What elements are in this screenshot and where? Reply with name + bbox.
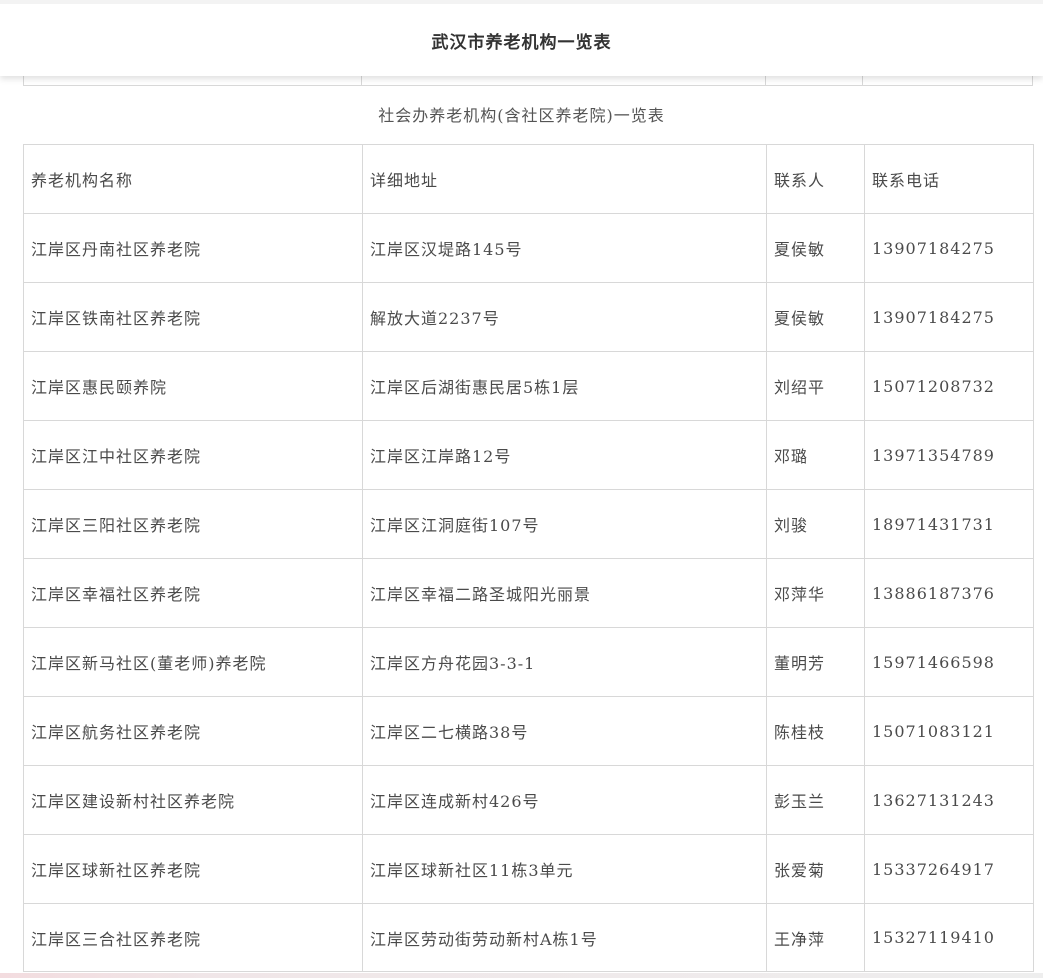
table-row: 江岸区球新社区养老院 江岸区球新社区11栋3单元 张爱菊 15337264917	[23, 834, 1034, 904]
cell-institution-name: 江岸区三阳社区养老院	[23, 489, 363, 559]
cell-institution-name: 江岸区三合社区养老院	[23, 903, 363, 972]
cell-phone: 13971354789	[864, 420, 1034, 490]
page-bottom-border	[0, 973, 1043, 978]
cell-institution-name: 江岸区惠民颐养院	[23, 351, 363, 421]
column-header-phone: 联系电话	[864, 144, 1034, 214]
cell-phone: 15971466598	[864, 627, 1034, 697]
previous-table-row-edge	[23, 76, 1033, 86]
table-row: 江岸区新马社区(董老师)养老院 江岸区方舟花园3-3-1 董明芳 1597146659…	[23, 627, 1034, 697]
cell-institution-name: 江岸区丹南社区养老院	[23, 213, 363, 283]
cell-institution-name: 江岸区球新社区养老院	[23, 834, 363, 904]
column-header-name: 养老机构名称	[23, 144, 363, 214]
cell-address: 解放大道2237号	[362, 282, 767, 352]
table-row: 江岸区建设新村社区养老院 江岸区连成新村426号 彭玉兰 13627131243	[23, 765, 1034, 835]
table-row: 江岸区航务社区养老院 江岸区二七横路38号 陈桂枝 15071083121	[23, 696, 1034, 766]
table-row: 江岸区三阳社区养老院 江岸区江洞庭街107号 刘骏 18971431731	[23, 489, 1034, 559]
cell-institution-name: 江岸区航务社区养老院	[23, 696, 363, 766]
cell-contact-person: 夏侯敏	[766, 282, 865, 352]
page-header: 武汉市养老机构一览表	[0, 0, 1043, 76]
cell-address: 江岸区球新社区11栋3单元	[362, 834, 767, 904]
table-row: 江岸区三合社区养老院 江岸区劳动街劳动新村A栋1号 王净萍 15327119410	[23, 903, 1034, 972]
cell-address: 江岸区劳动街劳动新村A栋1号	[362, 903, 767, 972]
cell-address: 江岸区幸福二路圣城阳光丽景	[362, 558, 767, 628]
column-header-address: 详细地址	[362, 144, 767, 214]
cell-contact-person: 刘骏	[766, 489, 865, 559]
cell-contact-person: 邓璐	[766, 420, 865, 490]
cell-institution-name: 江岸区铁南社区养老院	[23, 282, 363, 352]
institution-table: 养老机构名称 详细地址 联系人 联系电话 江岸区丹南社区养老院 江岸区汉堤路145…	[23, 144, 1034, 972]
cell-institution-name: 江岸区新马社区(董老师)养老院	[23, 627, 363, 697]
cell-address: 江岸区方舟花园3-3-1	[362, 627, 767, 697]
cell-contact-person: 董明芳	[766, 627, 865, 697]
page-title: 武汉市养老机构一览表	[431, 32, 612, 53]
cell-address: 江岸区二七横路38号	[362, 696, 767, 766]
cell-address: 江岸区后湖街惠民居5栋1层	[362, 351, 767, 421]
cell-phone: 18971431731	[864, 489, 1034, 559]
table-row: 江岸区幸福社区养老院 江岸区幸福二路圣城阳光丽景 邓萍华 13886187376	[23, 558, 1034, 628]
table-row: 江岸区丹南社区养老院 江岸区汉堤路145号 夏侯敏 13907184275	[23, 213, 1034, 283]
cell-contact-person: 王净萍	[766, 903, 865, 972]
cell-phone: 13907184275	[864, 213, 1034, 283]
cell-contact-person: 邓萍华	[766, 558, 865, 628]
cell-phone: 15337264917	[864, 834, 1034, 904]
table-row: 江岸区惠民颐养院 江岸区后湖街惠民居5栋1层 刘绍平 15071208732	[23, 351, 1034, 421]
cell-phone: 15071208732	[864, 351, 1034, 421]
table-row: 江岸区铁南社区养老院 解放大道2237号 夏侯敏 13907184275	[23, 282, 1034, 352]
table-row: 江岸区江中社区养老院 江岸区江岸路12号 邓璐 13971354789	[23, 420, 1034, 490]
cell-address: 江岸区连成新村426号	[362, 765, 767, 835]
cell-phone: 13627131243	[864, 765, 1034, 835]
cell-address: 江岸区汉堤路145号	[362, 213, 767, 283]
table-header-row: 养老机构名称 详细地址 联系人 联系电话	[23, 144, 1034, 214]
cell-contact-person: 陈桂枝	[766, 696, 865, 766]
table-caption: 社会办养老机构(含社区养老院)一览表	[378, 106, 665, 125]
column-header-contact: 联系人	[766, 144, 865, 214]
cell-contact-person: 张爱菊	[766, 834, 865, 904]
cell-contact-person: 夏侯敏	[766, 213, 865, 283]
cell-institution-name: 江岸区江中社区养老院	[23, 420, 363, 490]
cell-contact-person: 彭玉兰	[766, 765, 865, 835]
cell-institution-name: 江岸区幸福社区养老院	[23, 558, 363, 628]
cell-phone: 15327119410	[864, 903, 1034, 972]
cell-address: 江岸区江洞庭街107号	[362, 489, 767, 559]
cell-contact-person: 刘绍平	[766, 351, 865, 421]
cell-phone: 13907184275	[864, 282, 1034, 352]
cell-phone: 15071083121	[864, 696, 1034, 766]
cell-address: 江岸区江岸路12号	[362, 420, 767, 490]
cell-phone: 13886187376	[864, 558, 1034, 628]
cell-institution-name: 江岸区建设新村社区养老院	[23, 765, 363, 835]
